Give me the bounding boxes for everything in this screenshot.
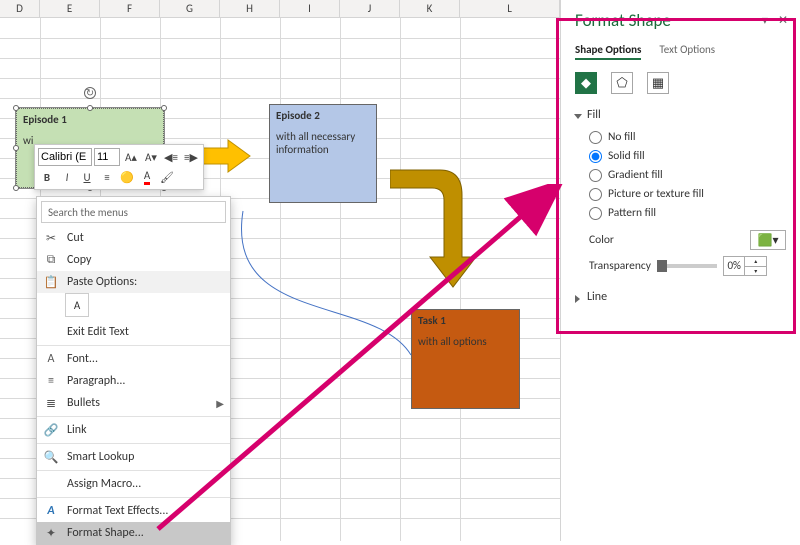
paragraph-icon: ≡	[43, 373, 59, 389]
mini-toolbar: A▴ A▾ ◀≡ ≡▶ B I U ≡ 🟡 A 🖌	[34, 144, 204, 190]
shape-body: with all necessary information	[276, 130, 370, 156]
section-line[interactable]: Line	[575, 290, 786, 304]
font-name-input[interactable]	[38, 148, 92, 166]
font-icon: A	[43, 351, 59, 367]
copy-icon: ⧉	[43, 252, 59, 268]
transparency-slider[interactable]	[657, 264, 717, 268]
menu-exit-edit[interactable]: Exit Edit Text	[37, 321, 230, 343]
decrease-indent-icon[interactable]: ◀≡	[162, 148, 180, 166]
section-fill[interactable]: Fill	[575, 108, 786, 122]
menu-label: Paste Options:	[67, 275, 137, 289]
shape-title: Episode 1	[23, 113, 157, 126]
menu-paragraph[interactable]: ≡ Paragraph...	[37, 370, 230, 392]
paste-icon: 📋	[43, 274, 59, 290]
menu-assign-macro[interactable]: Assign Macro...	[37, 473, 230, 495]
increase-font-icon[interactable]: A▴	[122, 148, 140, 166]
italic-button[interactable]: I	[58, 168, 76, 186]
menu-bullets[interactable]: ≣ Bullets ▶	[37, 392, 230, 414]
col-header-j[interactable]: J	[340, 0, 400, 18]
underline-button[interactable]: U	[78, 168, 96, 186]
menu-format-text-effects[interactable]: A Format Text Effects...	[37, 500, 230, 522]
radio-solid-fill[interactable]: Solid fill	[589, 149, 786, 163]
fill-color-icon[interactable]: 🟡	[118, 168, 136, 186]
resize-handle[interactable]	[13, 105, 19, 111]
menu-label: Format Shape...	[67, 526, 144, 540]
shape-title: Task 1	[418, 314, 513, 327]
col-header-g[interactable]: G	[160, 0, 220, 18]
radio-picture-fill[interactable]: Picture or texture fill	[589, 187, 786, 201]
col-header-d[interactable]: D	[0, 0, 40, 18]
connector-curve[interactable]	[235, 205, 415, 375]
radio-no-fill[interactable]: No fill	[589, 130, 786, 144]
menu-label: Smart Lookup	[67, 450, 134, 464]
menu-copy[interactable]: ⧉ Copy	[37, 249, 230, 271]
col-header-i[interactable]: I	[280, 0, 340, 18]
menu-label: Font...	[67, 352, 98, 366]
fill-radio-group: No fill Solid fill Gradient fill Picture…	[575, 130, 786, 220]
panel-options-icon[interactable]: ▾	[762, 13, 768, 28]
menu-label: Assign Macro...	[67, 477, 141, 491]
chevron-right-icon: ▶	[216, 397, 224, 410]
tab-shape-options[interactable]: Shape Options	[575, 43, 641, 60]
shape-episode-2[interactable]: Episode 2 with all necessary information	[269, 104, 377, 203]
col-header-k[interactable]: K	[400, 0, 460, 18]
col-header-f[interactable]: F	[100, 0, 160, 18]
decrease-font-icon[interactable]: A▾	[142, 148, 160, 166]
resize-handle[interactable]	[13, 145, 19, 151]
font-size-input[interactable]	[94, 148, 120, 166]
shape-task-1[interactable]: Task 1 with all options	[411, 309, 520, 409]
search-icon: 🔍	[43, 449, 59, 465]
resize-handle[interactable]	[87, 105, 93, 111]
col-header-h[interactable]: H	[220, 0, 280, 18]
color-label: Color	[589, 233, 614, 247]
bullets-icon: ≣	[43, 395, 59, 411]
format-painter-icon[interactable]: 🖌	[158, 168, 176, 186]
effects-tab-icon[interactable]: ⬠	[611, 72, 633, 94]
bold-button[interactable]: B	[38, 168, 56, 186]
close-icon[interactable]: ✕	[778, 13, 788, 28]
shape-title: Episode 2	[276, 109, 370, 122]
color-picker-button[interactable]: 🟩▾	[750, 230, 786, 250]
shape-body: with all options	[418, 335, 513, 348]
radio-gradient-fill[interactable]: Gradient fill	[589, 168, 786, 182]
fill-line-tab-icon[interactable]: ◆	[575, 72, 597, 94]
menu-label: Cut	[67, 231, 84, 245]
transparency-label: Transparency	[589, 259, 651, 273]
context-menu: Search the menus ✂ Cut ⧉ Copy 📋 Paste Optio…	[36, 196, 231, 545]
col-header-l[interactable]: L	[460, 0, 560, 18]
menu-smart-lookup[interactable]: 🔍 Smart Lookup	[37, 446, 230, 468]
menu-label: Bullets	[67, 396, 100, 410]
link-icon: 🔗	[43, 422, 59, 438]
size-tab-icon[interactable]: ▦	[647, 72, 669, 94]
radio-pattern-fill[interactable]: Pattern fill	[589, 206, 786, 220]
cut-icon: ✂	[43, 230, 59, 246]
panel-title: Format Shape	[575, 10, 671, 31]
format-shape-icon: ✦	[43, 525, 59, 541]
rotate-handle-icon[interactable]	[84, 87, 96, 99]
transparency-spinner[interactable]: 0%▴▾	[723, 256, 767, 276]
paste-text-only-icon[interactable]: A	[65, 293, 89, 317]
menu-label: Copy	[67, 253, 91, 267]
increase-indent-icon[interactable]: ≡▶	[182, 148, 200, 166]
menu-cut[interactable]: ✂ Cut	[37, 227, 230, 249]
menu-link[interactable]: 🔗 Link	[37, 419, 230, 441]
menu-label: Exit Edit Text	[67, 325, 129, 339]
menu-label: Format Text Effects...	[67, 504, 168, 518]
menu-label: Paragraph...	[67, 374, 125, 388]
font-color-icon[interactable]: A	[138, 168, 156, 186]
menu-paste-options: 📋 Paste Options:	[37, 271, 230, 293]
tab-text-options[interactable]: Text Options	[659, 43, 715, 60]
resize-handle[interactable]	[161, 105, 167, 111]
format-shape-panel: Format Shape ▾ ✕ Shape Options Text Opti…	[560, 0, 800, 541]
col-header-e[interactable]: E	[40, 0, 100, 18]
menu-label: Link	[67, 423, 87, 437]
search-menus-input[interactable]: Search the menus	[41, 201, 226, 223]
align-icon[interactable]: ≡	[98, 168, 116, 186]
resize-handle[interactable]	[13, 185, 19, 191]
text-effects-icon: A	[43, 503, 59, 519]
menu-font[interactable]: A Font...	[37, 348, 230, 370]
